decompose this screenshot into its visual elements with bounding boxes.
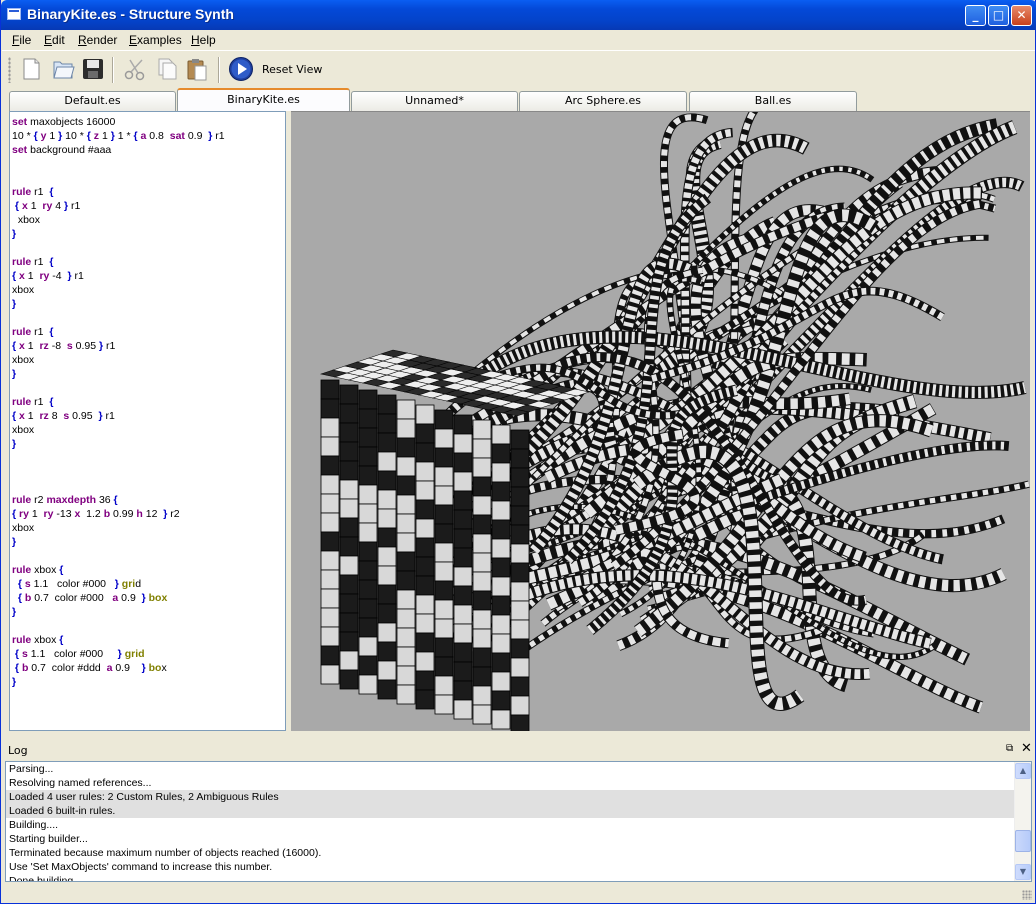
toolbar: Reset View bbox=[2, 50, 1035, 86]
window-title: BinaryKite.es - Structure Synth bbox=[27, 6, 234, 22]
code-line: { s 1.1 color #000 } grid bbox=[14, 648, 145, 660]
log-line: Use 'Set MaxObjects' command to increase… bbox=[9, 861, 273, 873]
menu-file[interactable]: File bbox=[12, 33, 31, 47]
tab-unnamed[interactable]: Unnamed* bbox=[351, 91, 518, 111]
scroll-thumb[interactable] bbox=[1015, 830, 1031, 852]
code-line: set maxobjects 16000 bbox=[12, 116, 116, 128]
code-line: { x 1 rz -8 s 0.95 } r1 bbox=[12, 340, 116, 352]
code-line: { s 1.1 color #000 } grid bbox=[17, 578, 142, 590]
code-line: xbox bbox=[12, 424, 35, 436]
toolbar-separator bbox=[218, 57, 220, 83]
close-button[interactable]: ✕ bbox=[1011, 5, 1032, 26]
code-line: { b 0.7 color #ddd a 0.9 } box bbox=[14, 662, 167, 674]
log-line: Loaded 4 user rules: 2 Custom Rules, 2 A… bbox=[6, 790, 1031, 804]
toolbar-separator bbox=[112, 57, 114, 83]
title-bar[interactable]: BinaryKite.es - Structure Synth _ □ ✕ bbox=[1, 0, 1036, 30]
minimize-button[interactable]: _ bbox=[965, 5, 986, 26]
code-editor[interactable]: set maxobjects 16000 10 * { y 1 } 10 * { … bbox=[9, 111, 286, 731]
tab-ball-es[interactable]: Ball.es bbox=[689, 91, 857, 111]
log-line: Terminated because maximum number of obj… bbox=[9, 847, 322, 859]
menu-bar: File Edit Render Examples Help bbox=[2, 30, 1035, 50]
tab-binarykite-es[interactable]: BinaryKite.es bbox=[177, 88, 350, 111]
tab-default-es[interactable]: Default.es bbox=[9, 91, 176, 111]
log-line: Loaded 6 built-in rules. bbox=[6, 804, 1031, 818]
tab-bar: Default.es BinaryKite.es Unnamed* Arc Sp… bbox=[7, 88, 1031, 111]
code-line: } bbox=[12, 536, 17, 548]
app-icon bbox=[7, 8, 21, 20]
resize-grip-icon[interactable] bbox=[1022, 890, 1032, 900]
reset-view-button[interactable]: Reset View bbox=[262, 63, 322, 76]
tab-arc-sphere-es[interactable]: Arc Sphere.es bbox=[519, 91, 687, 111]
code-line: } bbox=[12, 676, 17, 688]
code-line: { b 0.7 color #000 a 0.9 } box bbox=[17, 592, 168, 604]
float-panel-icon[interactable]: ⧉ bbox=[1006, 743, 1013, 754]
code-line: } bbox=[12, 606, 17, 618]
render-viewport[interactable] bbox=[291, 111, 1030, 731]
log-panel-header: Log ⧉ ✕ bbox=[2, 741, 1035, 759]
log-line: Resolving named references... bbox=[9, 777, 152, 789]
code-line: rule xbox { bbox=[12, 634, 64, 646]
scroll-up-icon[interactable]: ▲ bbox=[1015, 763, 1031, 779]
code-line: rule r2 maxdepth 36 { bbox=[12, 494, 118, 506]
code-line: xbox bbox=[12, 354, 35, 366]
save-icon[interactable] bbox=[80, 56, 106, 82]
scroll-down-icon[interactable]: ▼ bbox=[1015, 864, 1031, 880]
code-line: } bbox=[12, 228, 17, 240]
code-line: } bbox=[12, 298, 17, 310]
log-title: Log bbox=[8, 744, 28, 757]
code-line: xbox bbox=[12, 214, 41, 226]
copy-icon[interactable] bbox=[154, 56, 180, 82]
code-line: { x 1 rz 8 s 0.95 } r1 bbox=[12, 410, 115, 422]
menu-render[interactable]: Render bbox=[78, 33, 117, 47]
log-line: Parsing... bbox=[9, 763, 54, 775]
log-line: Done building... bbox=[9, 875, 82, 882]
log-line: Building.... bbox=[9, 819, 59, 831]
menu-help[interactable]: Help bbox=[191, 33, 216, 47]
code-line: rule xbox { bbox=[12, 564, 64, 576]
code-line: rule r1 { bbox=[12, 256, 54, 268]
app-window: BinaryKite.es - Structure Synth _ □ ✕ Fi… bbox=[0, 0, 1036, 904]
code-line: xbox bbox=[12, 522, 35, 534]
close-panel-icon[interactable]: ✕ bbox=[1021, 741, 1032, 756]
code-line: rule r1 { bbox=[12, 186, 54, 198]
log-scrollbar[interactable]: ▲ ▼ bbox=[1014, 762, 1031, 881]
code-line: } bbox=[12, 368, 17, 380]
maximize-button[interactable]: □ bbox=[988, 5, 1009, 26]
code-line: { x 1 ry -4 } r1 bbox=[12, 270, 84, 282]
menu-edit[interactable]: Edit bbox=[44, 33, 65, 47]
render-play-icon[interactable] bbox=[228, 56, 254, 82]
open-file-icon[interactable] bbox=[50, 56, 76, 82]
new-file-icon[interactable] bbox=[18, 56, 44, 82]
toolbar-grip[interactable] bbox=[8, 57, 11, 83]
code-line: { ry 1 ry -13 x 1.2 b 0.99 h 12 } r2 bbox=[12, 508, 180, 520]
code-line: rule r1 { bbox=[12, 396, 54, 408]
code-line: { x 1 ry 4 } r1 bbox=[14, 200, 81, 212]
status-bar bbox=[2, 884, 1035, 903]
code-line: xbox bbox=[12, 284, 35, 296]
rendered-structure bbox=[319, 112, 1030, 731]
log-lines: Parsing... Resolving named references... L… bbox=[6, 762, 1031, 882]
code-line: } bbox=[12, 438, 17, 450]
log-output[interactable]: Parsing... Resolving named references... L… bbox=[5, 761, 1032, 882]
code-line: 10 * { y 1 } 10 * { z 1 } 1 * { a 0.8 sa… bbox=[12, 130, 225, 142]
paste-icon[interactable] bbox=[184, 56, 210, 82]
code-line: set background #aaa bbox=[12, 144, 112, 156]
log-line: Starting builder... bbox=[9, 833, 88, 845]
cut-icon[interactable] bbox=[122, 56, 148, 82]
code-line: rule r1 { bbox=[12, 326, 54, 338]
menu-examples[interactable]: Examples bbox=[129, 33, 182, 47]
